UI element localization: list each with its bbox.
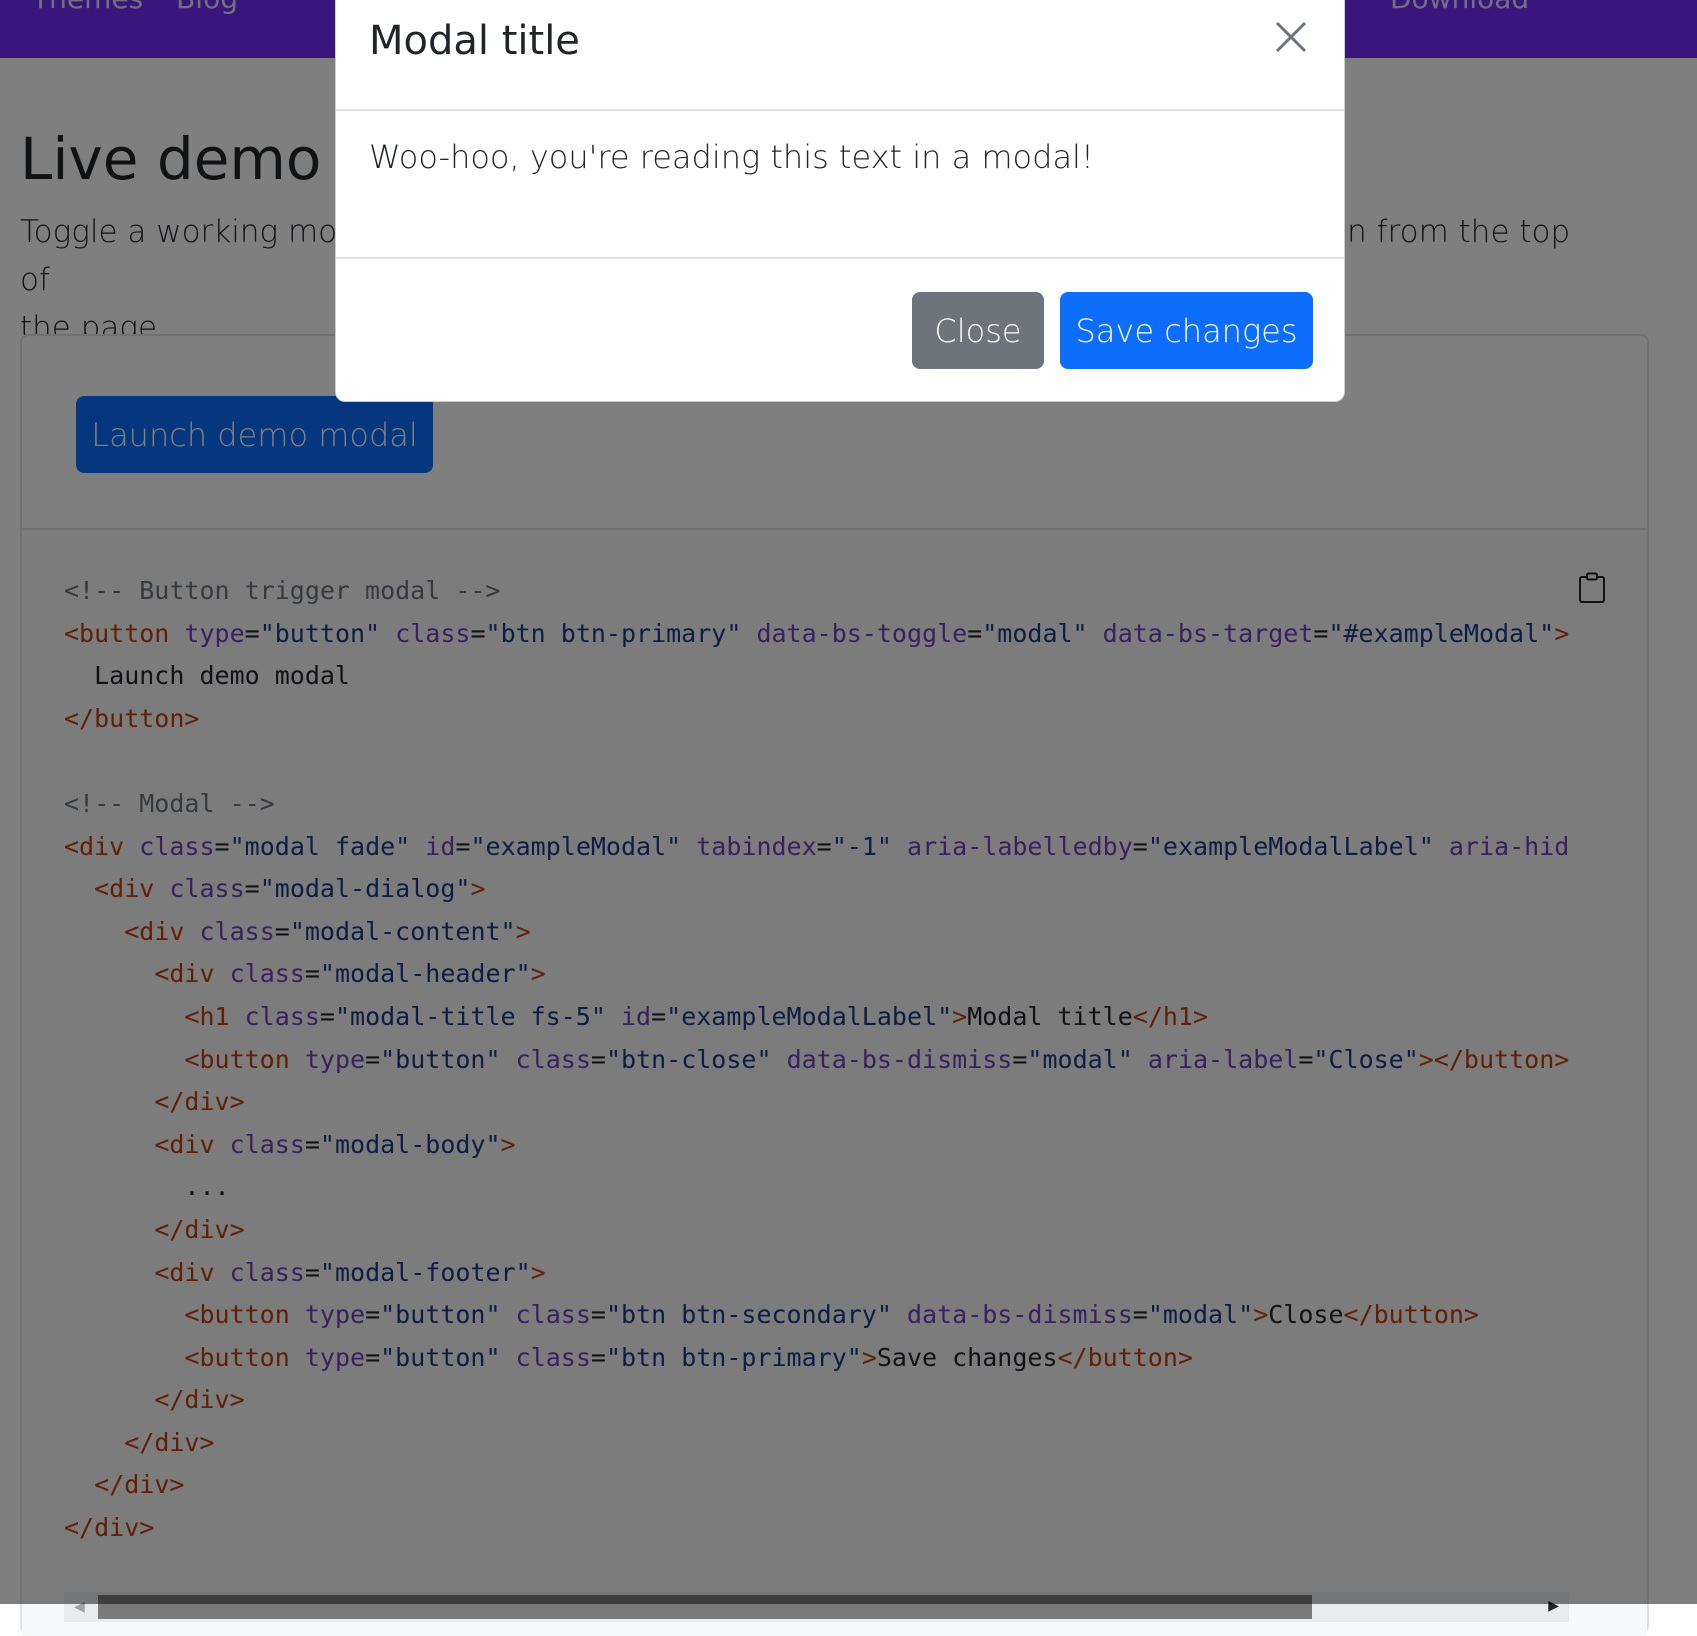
modal-dialog: Modal title Woo-hoo, you're reading this… (335, 0, 1345, 402)
close-icon (1275, 21, 1307, 53)
modal-body: Woo-hoo, you're reading this text in a m… (336, 111, 1344, 259)
modal-footer: Close Save changes (336, 259, 1344, 403)
close-button[interactable]: Close (912, 292, 1044, 369)
save-changes-button[interactable]: Save changes (1060, 292, 1313, 369)
modal-header: Modal title (336, 0, 1344, 111)
modal-title: Modal title (369, 18, 580, 64)
modal-close-button[interactable] (1271, 17, 1311, 57)
modal-body-text: Woo-hoo, you're reading this text in a m… (369, 138, 1094, 176)
